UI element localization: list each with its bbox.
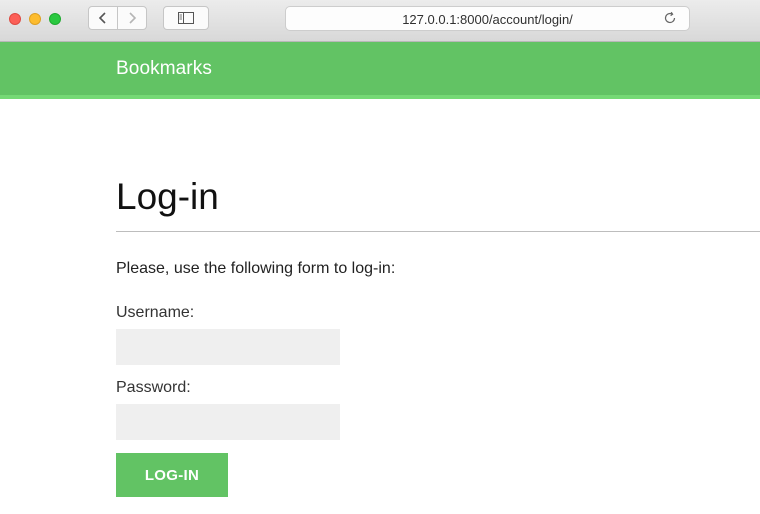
address-bar[interactable]: 127.0.0.1:8000/account/login/ [285, 6, 690, 31]
browser-toolbar: 127.0.0.1:8000/account/login/ [0, 0, 760, 42]
reload-icon[interactable] [663, 11, 677, 25]
close-window-button[interactable] [9, 13, 21, 25]
site-header: Bookmarks [0, 42, 760, 99]
back-button[interactable] [88, 6, 118, 30]
password-input[interactable] [116, 404, 340, 440]
page-title: Log-in [116, 176, 219, 217]
zoom-window-button[interactable] [49, 13, 61, 25]
chevron-right-icon [129, 12, 137, 24]
intro-text: Please, use the following form to log-in… [116, 260, 396, 277]
login-button[interactable]: LOG-IN [116, 453, 228, 497]
username-label: Username: [116, 304, 195, 321]
title-divider [116, 231, 760, 232]
url-text: 127.0.0.1:8000/account/login/ [402, 12, 573, 27]
username-input[interactable] [116, 329, 340, 365]
minimize-window-button[interactable] [29, 13, 41, 25]
sidebar-toggle-button[interactable] [163, 6, 209, 30]
site-brand-link[interactable]: Bookmarks [116, 58, 212, 80]
password-label: Password: [116, 379, 191, 396]
chevron-left-icon [98, 12, 106, 24]
forward-button[interactable] [117, 6, 147, 30]
sidebar-icon [178, 12, 194, 24]
